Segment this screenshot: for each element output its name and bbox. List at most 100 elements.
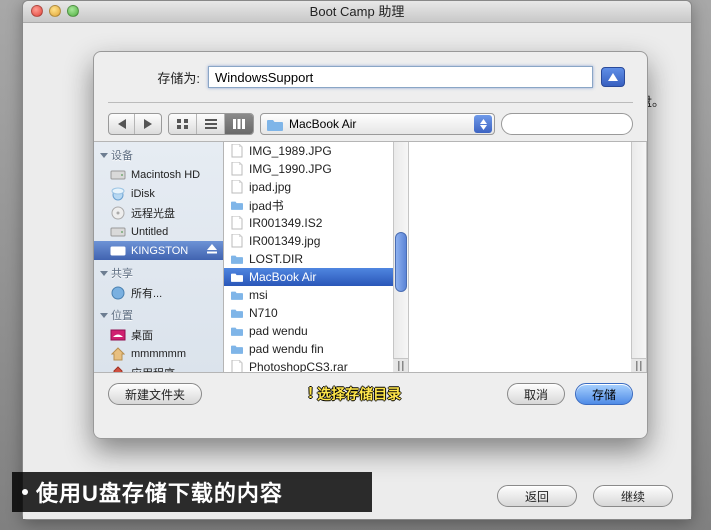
save-button[interactable]: 存储	[575, 383, 633, 405]
home-icon	[110, 347, 126, 361]
file-row-label: PhotoshopCS3.rar	[249, 360, 348, 372]
hint-overlay: ! 选择存储目录	[212, 384, 497, 404]
view-list-button[interactable]	[197, 114, 225, 134]
view-mode-segment	[168, 113, 254, 135]
file-row-label: N710	[249, 306, 278, 320]
file-row-label: ipad书	[249, 197, 284, 214]
file-row-label: IR001349.jpg	[249, 234, 320, 248]
file-row[interactable]: ipad书	[224, 196, 408, 214]
sidebar-item-label: KINGSTON	[131, 245, 188, 257]
disclosure-down-icon	[100, 151, 108, 159]
column-resize-handle[interactable]	[631, 358, 646, 372]
file-icon	[230, 180, 244, 194]
sidebar-item-label: 远程光盘	[131, 205, 175, 221]
disclosure-down-icon	[100, 311, 108, 319]
file-row[interactable]: LOST.DIR	[224, 250, 408, 268]
cancel-button[interactable]: 取消	[507, 383, 565, 405]
sidebar-item-label: iDisk	[131, 188, 155, 200]
sidebar-item[interactable]: 远程光盘	[94, 203, 223, 222]
popup-arrows-icon	[474, 115, 492, 133]
column-resize-handle[interactable]	[393, 358, 408, 372]
new-folder-button[interactable]: 新建文件夹	[108, 383, 202, 405]
file-row[interactable]: IR001349.jpg	[224, 232, 408, 250]
bullet-icon	[22, 489, 28, 495]
triangle-left-icon	[118, 119, 126, 129]
window-title: Boot Camp 助理	[310, 4, 405, 19]
file-row[interactable]: IMG_1990.JPG	[224, 160, 408, 178]
close-window-button[interactable]	[31, 5, 43, 17]
sidebar-item-label: 所有...	[131, 285, 162, 301]
sidebar-item[interactable]: 桌面	[94, 325, 223, 344]
back-button[interactable]: 返回	[497, 485, 577, 507]
file-row-label: IR001349.IS2	[249, 216, 322, 230]
sidebar-item-label: 桌面	[131, 327, 153, 343]
file-row[interactable]: N710	[224, 304, 408, 322]
file-row-label: ipad.jpg	[249, 180, 291, 194]
view-icon-button[interactable]	[169, 114, 197, 134]
nav-forward-button[interactable]	[135, 114, 161, 134]
apps-icon	[110, 366, 126, 373]
file-row[interactable]: pad wendu fin	[224, 340, 408, 358]
icon-view-icon	[176, 118, 190, 130]
sidebar-item[interactable]: Untitled	[94, 222, 223, 241]
collapse-sheet-button[interactable]	[601, 67, 625, 87]
sidebar-section-shared[interactable]: 共享	[94, 260, 223, 283]
file-row-label: pad wendu	[249, 324, 308, 338]
window-titlebar[interactable]: Boot Camp 助理	[23, 1, 691, 23]
sheet-button-bar: 新建文件夹 ! 选择存储目录 取消 存储	[94, 373, 647, 415]
file-row[interactable]: pad wendu	[224, 322, 408, 340]
eject-icon[interactable]	[207, 244, 217, 257]
file-row-label: pad wendu fin	[249, 342, 324, 356]
folder-icon	[230, 198, 244, 212]
view-columns-button[interactable]	[225, 114, 253, 134]
save-as-label: 存储为:	[140, 68, 200, 87]
folder-icon	[230, 324, 244, 338]
sidebar-item[interactable]: Macintosh HD	[94, 165, 223, 184]
folder-icon	[230, 288, 244, 302]
minimize-window-button[interactable]	[49, 5, 61, 17]
sidebar-item[interactable]: mmmmmm	[94, 344, 223, 363]
sidebar-item[interactable]: iDisk	[94, 184, 223, 203]
browser-column-1: IMG_1989.JPG IMG_1990.JPG ipad.jpg ipad书 IR0…	[224, 142, 409, 372]
save-as-input[interactable]	[208, 66, 593, 88]
file-row[interactable]: ipad.jpg	[224, 178, 408, 196]
file-row[interactable]: PhotoshopCS3.rar	[224, 358, 408, 372]
folder-icon	[267, 118, 283, 131]
continue-button[interactable]: 继续	[593, 485, 673, 507]
file-row[interactable]: IMG_1989.JPG	[224, 142, 408, 160]
folder-icon	[230, 306, 244, 320]
path-popup-label: MacBook Air	[289, 117, 356, 131]
bootcamp-window: Boot Camp 助理 储到外置磁盘。 存储为:	[22, 0, 692, 520]
triangle-right-icon	[144, 119, 152, 129]
nav-back-forward	[108, 113, 162, 135]
search-input[interactable]	[512, 117, 646, 131]
sidebar-item[interactable]: 所有...	[94, 283, 223, 302]
sidebar-section-places[interactable]: 位置	[94, 302, 223, 325]
save-sheet: 存储为: MacBook Air	[93, 51, 648, 439]
sidebar-item[interactable]: 应用程序	[94, 363, 223, 372]
sidebar-item[interactable]: KINGSTON	[94, 241, 223, 260]
idisk-icon	[110, 187, 126, 201]
disclosure-down-icon	[100, 269, 108, 277]
sidebar-section-devices[interactable]: 设备	[94, 142, 223, 165]
file-row[interactable]: msi	[224, 286, 408, 304]
file-row-label: LOST.DIR	[249, 252, 303, 266]
zoom-window-button[interactable]	[67, 5, 79, 17]
hdd-icon	[110, 225, 126, 239]
nav-back-button[interactable]	[109, 114, 135, 134]
scrollbar[interactable]	[631, 142, 646, 372]
scrollbar[interactable]	[393, 142, 408, 372]
file-row[interactable]: IR001349.IS2	[224, 214, 408, 232]
file-row-label: IMG_1989.JPG	[249, 144, 332, 158]
external-icon	[110, 244, 126, 258]
file-icon	[230, 234, 244, 248]
file-row[interactable]: MacBook Air	[224, 268, 408, 286]
file-row-label: msi	[249, 288, 268, 302]
network-icon	[110, 286, 126, 300]
optical-icon	[110, 206, 126, 220]
caption-text: 使用U盘存储下载的内容	[36, 476, 283, 508]
folder-icon	[230, 270, 244, 284]
scroll-thumb[interactable]	[395, 232, 407, 292]
path-popup[interactable]: MacBook Air	[260, 113, 495, 135]
window-content: 储到外置磁盘。 存储为:	[23, 23, 691, 519]
